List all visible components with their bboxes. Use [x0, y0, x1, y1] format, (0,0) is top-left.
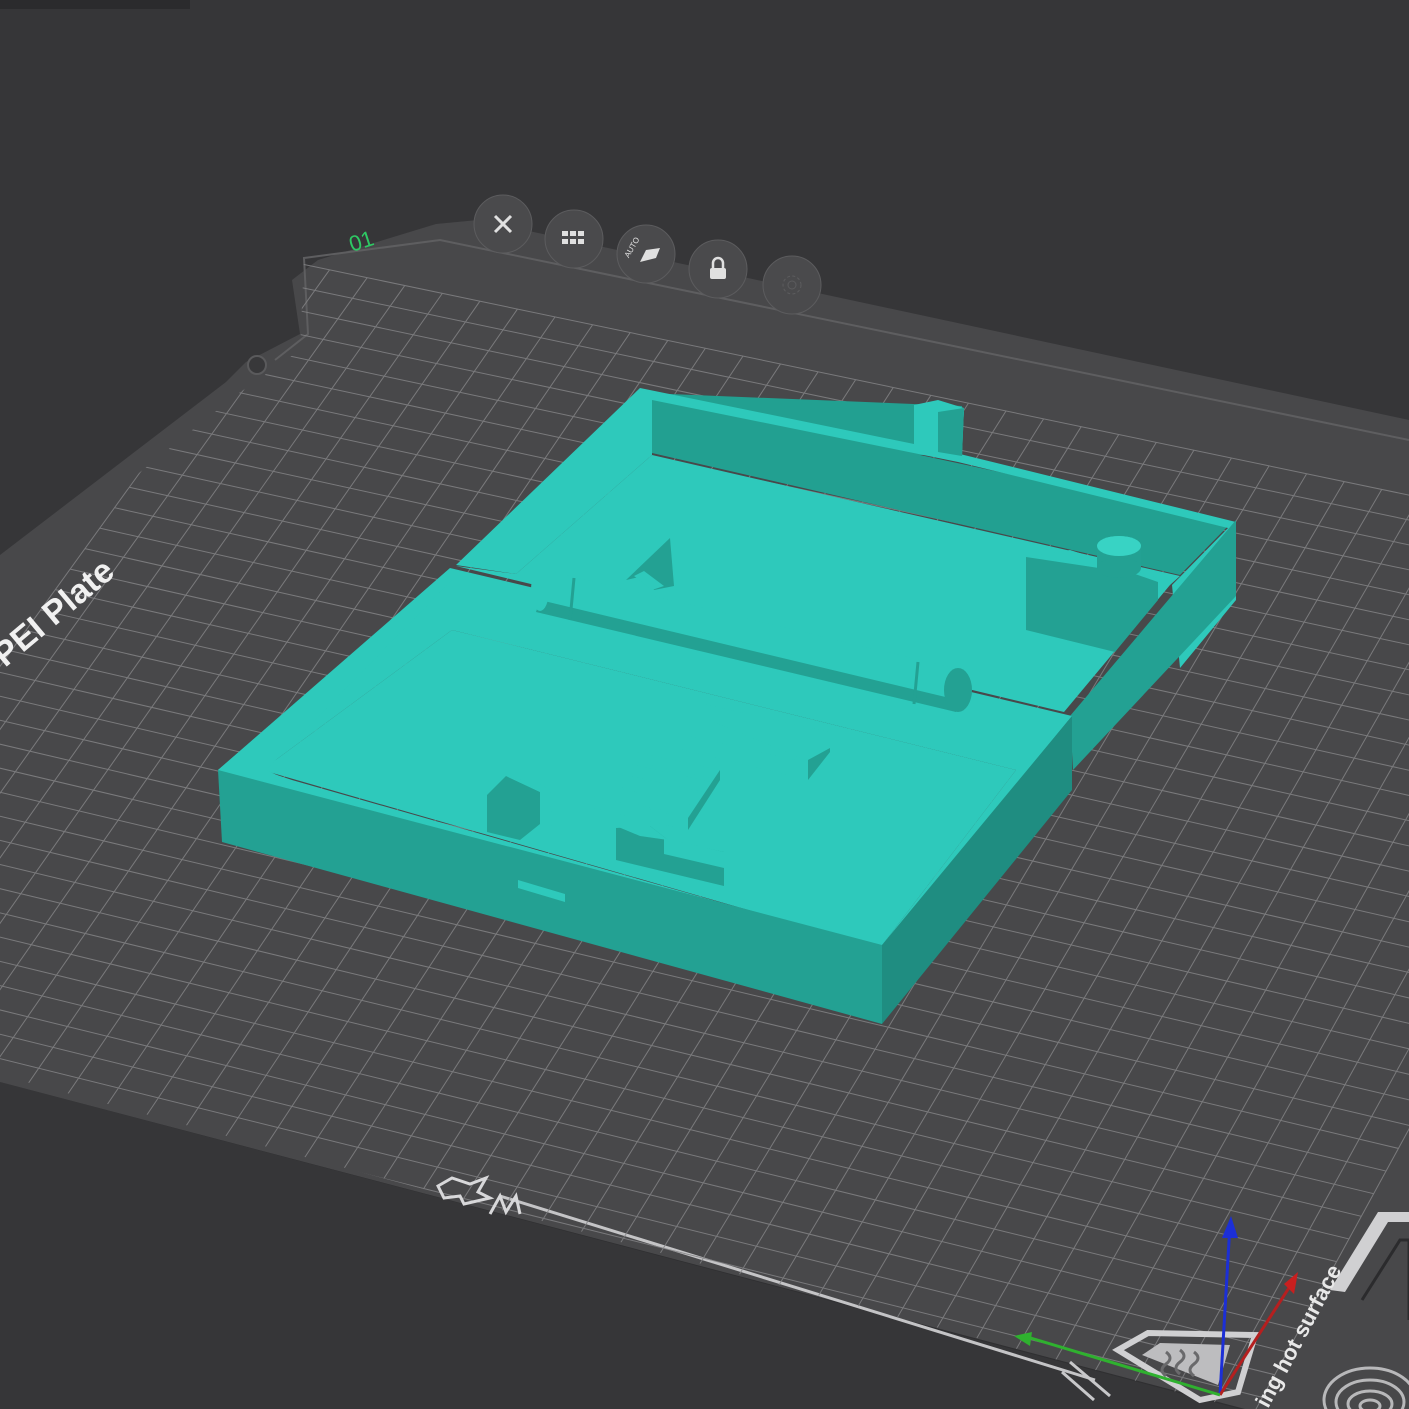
- auto-orient-button[interactable]: AUTO: [616, 224, 676, 284]
- gear-icon: [782, 275, 802, 295]
- 3d-viewport[interactable]: 01 PEI Plate ing hot surface AUTO: [0, 0, 1409, 1409]
- plate-settings-button[interactable]: [762, 255, 822, 315]
- arrange-plate-button[interactable]: [544, 209, 604, 269]
- remove-plate-button[interactable]: [473, 194, 533, 254]
- lock-plate-button[interactable]: [688, 239, 748, 299]
